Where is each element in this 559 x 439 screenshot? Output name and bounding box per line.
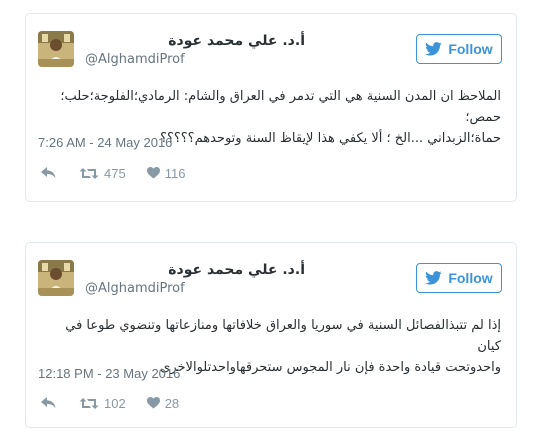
user-names: أ.د. علي محمد عودة @AlghamdiProf [85, 262, 305, 297]
tweet-actions: 102 28 [41, 393, 179, 413]
like-button[interactable]: 116 [146, 165, 186, 181]
retweet-icon [79, 397, 99, 409]
twitter-bird-icon [425, 271, 442, 285]
retweet-count: 475 [104, 165, 126, 181]
tweet-text-line: الملاحظ ان المدن السنية هي التي تدمر في … [60, 89, 501, 125]
user-names: أ.د. علي محمد عودة @AlghamdiProf [85, 33, 305, 68]
heart-icon [146, 167, 160, 179]
like-button[interactable]: 28 [146, 395, 180, 411]
heart-icon [146, 397, 160, 409]
avatar[interactable] [38, 31, 74, 67]
timestamp-link[interactable]: 12:18 PM - 23 May 2016 [38, 366, 180, 381]
tweet-header: أ.د. علي محمد عودة @AlghamdiProf Follow [38, 31, 502, 71]
reply-button[interactable] [41, 397, 57, 409]
retweet-button[interactable]: 102 [79, 396, 126, 411]
reply-icon [41, 397, 56, 409]
retweet-count: 102 [104, 395, 126, 411]
embedded-tweet: أ.د. علي محمد عودة @AlghamdiProf Follow … [25, 242, 517, 428]
tweet-actions: 475 116 [41, 163, 185, 183]
screen-name[interactable]: @AlghamdiProf [85, 280, 305, 297]
follow-button[interactable]: Follow [416, 34, 502, 64]
screen-name[interactable]: @AlghamdiProf [85, 51, 305, 68]
timestamp-link[interactable]: 7:26 AM - 24 May 2016 [38, 135, 172, 150]
avatar[interactable] [38, 260, 74, 296]
retweet-icon [79, 167, 99, 179]
embedded-tweet: أ.د. علي محمد عودة @AlghamdiProf Follow … [25, 13, 517, 202]
follow-label: Follow [448, 41, 493, 57]
reply-icon [41, 167, 56, 179]
follow-button[interactable]: Follow [416, 263, 502, 293]
display-name[interactable]: أ.د. علي محمد عودة [85, 262, 305, 279]
like-count: 116 [164, 165, 186, 181]
tweet-header: أ.د. علي محمد عودة @AlghamdiProf Follow [38, 260, 502, 300]
retweet-button[interactable]: 475 [79, 166, 126, 181]
twitter-bird-icon [425, 42, 442, 56]
follow-label: Follow [448, 270, 493, 286]
tweet-text-line: إذا لم تتبذالفصائل السنية في سوريا والعر… [65, 318, 501, 354]
reply-button[interactable] [41, 167, 57, 179]
like-count: 28 [164, 395, 180, 411]
display-name[interactable]: أ.د. علي محمد عودة [85, 33, 305, 50]
